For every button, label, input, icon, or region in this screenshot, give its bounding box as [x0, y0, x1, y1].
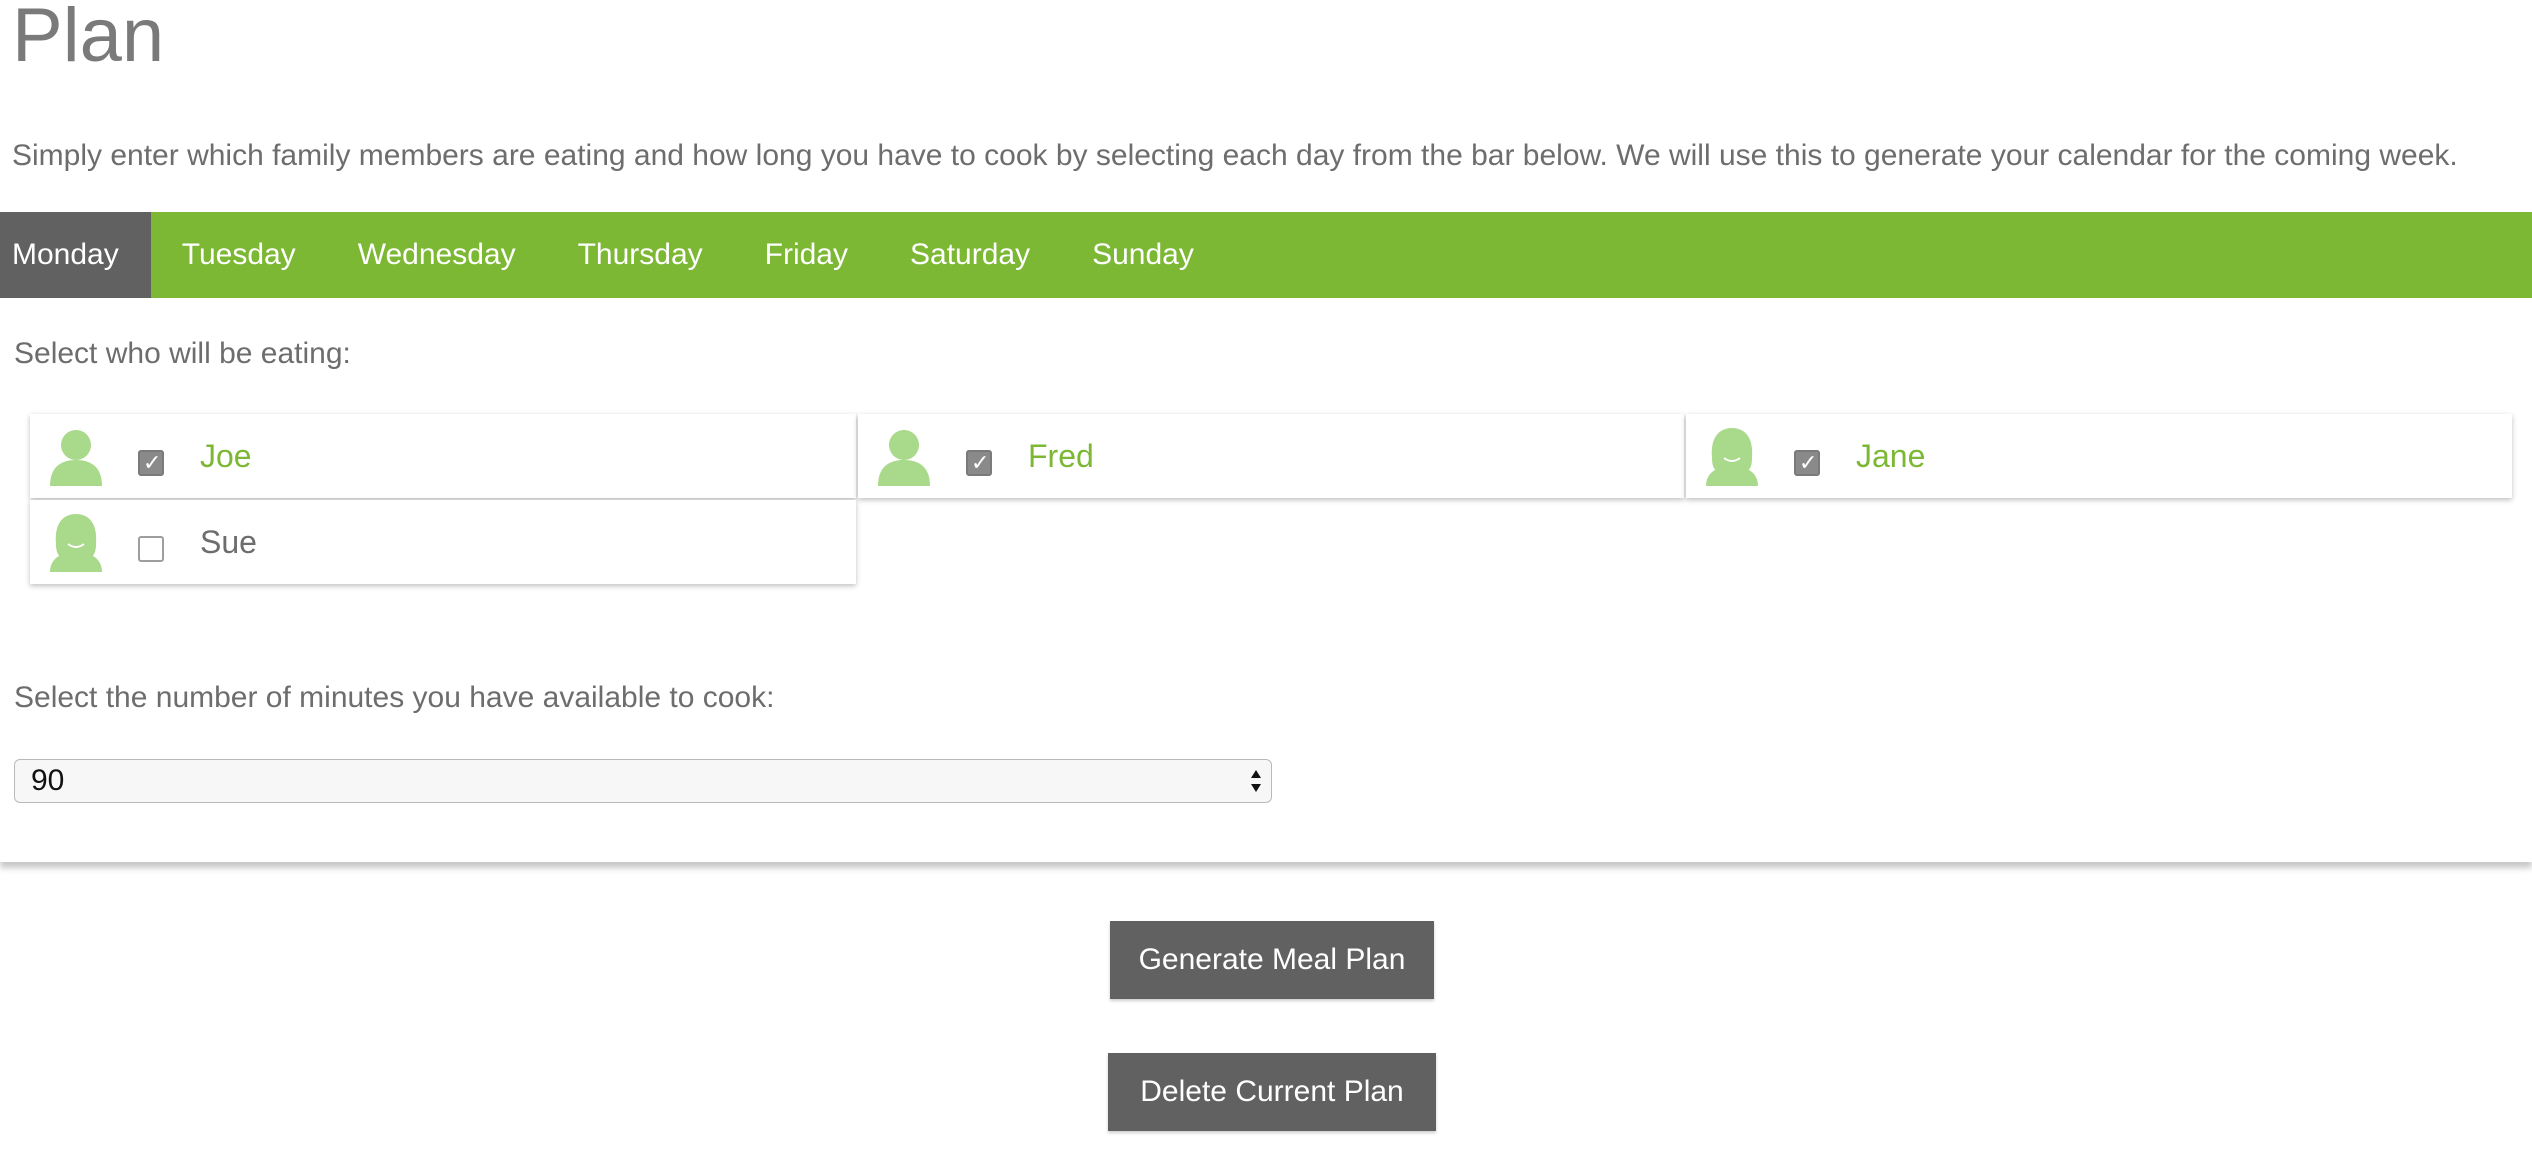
checkmark-icon: ✓	[1799, 450, 1818, 475]
member-card-fred[interactable]: ✓ Fred	[858, 414, 1684, 498]
member-card-sue[interactable]: Sue	[30, 500, 856, 584]
tab-friday[interactable]: Friday	[734, 212, 879, 298]
generate-meal-plan-button[interactable]: Generate Meal Plan	[1110, 921, 1434, 999]
member-name-fred: Fred	[1028, 438, 1094, 474]
minutes-select[interactable]: 90	[14, 759, 1272, 803]
checkmark-icon: ✓	[971, 450, 990, 475]
member-checkbox-fred[interactable]: ✓	[966, 450, 992, 476]
eating-label: Select who will be eating:	[14, 337, 351, 370]
tab-tuesday[interactable]: Tuesday	[151, 212, 327, 298]
tab-saturday[interactable]: Saturday	[879, 212, 1061, 298]
select-arrows-icon	[1251, 770, 1261, 792]
male-avatar-icon	[878, 430, 930, 486]
member-checkbox-sue[interactable]	[138, 536, 164, 562]
minutes-label: Select the number of minutes you have av…	[14, 681, 775, 714]
tab-thursday[interactable]: Thursday	[547, 212, 734, 298]
member-name-sue: Sue	[200, 524, 257, 560]
male-avatar-icon	[50, 430, 102, 486]
tab-monday[interactable]: Monday	[0, 212, 151, 298]
day-tab-bar: Monday Tuesday Wednesday Thursday Friday…	[0, 212, 2532, 298]
female-avatar-icon	[50, 514, 102, 572]
female-avatar-icon	[1706, 428, 1758, 486]
member-card-joe[interactable]: ✓ Joe	[30, 414, 856, 498]
tab-sunday[interactable]: Sunday	[1061, 212, 1225, 298]
member-card-jane[interactable]: ✓ Jane	[1686, 414, 2512, 498]
meal-plan-page: Plan Simply enter which family members a…	[0, 0, 2532, 1154]
member-checkbox-jane[interactable]: ✓	[1794, 450, 1820, 476]
minutes-select-value: 90	[31, 764, 65, 797]
member-name-jane: Jane	[1856, 438, 1926, 474]
member-name-joe: Joe	[200, 438, 252, 474]
plan-panel: Monday Tuesday Wednesday Thursday Friday…	[0, 212, 2532, 862]
member-checkbox-joe[interactable]: ✓	[138, 450, 164, 476]
checkmark-icon: ✓	[143, 450, 162, 475]
page-title: Plan	[12, 0, 165, 78]
intro-text: Simply enter which family members are ea…	[12, 139, 2458, 172]
delete-current-plan-button[interactable]: Delete Current Plan	[1108, 1053, 1436, 1131]
tab-wednesday[interactable]: Wednesday	[327, 212, 547, 298]
